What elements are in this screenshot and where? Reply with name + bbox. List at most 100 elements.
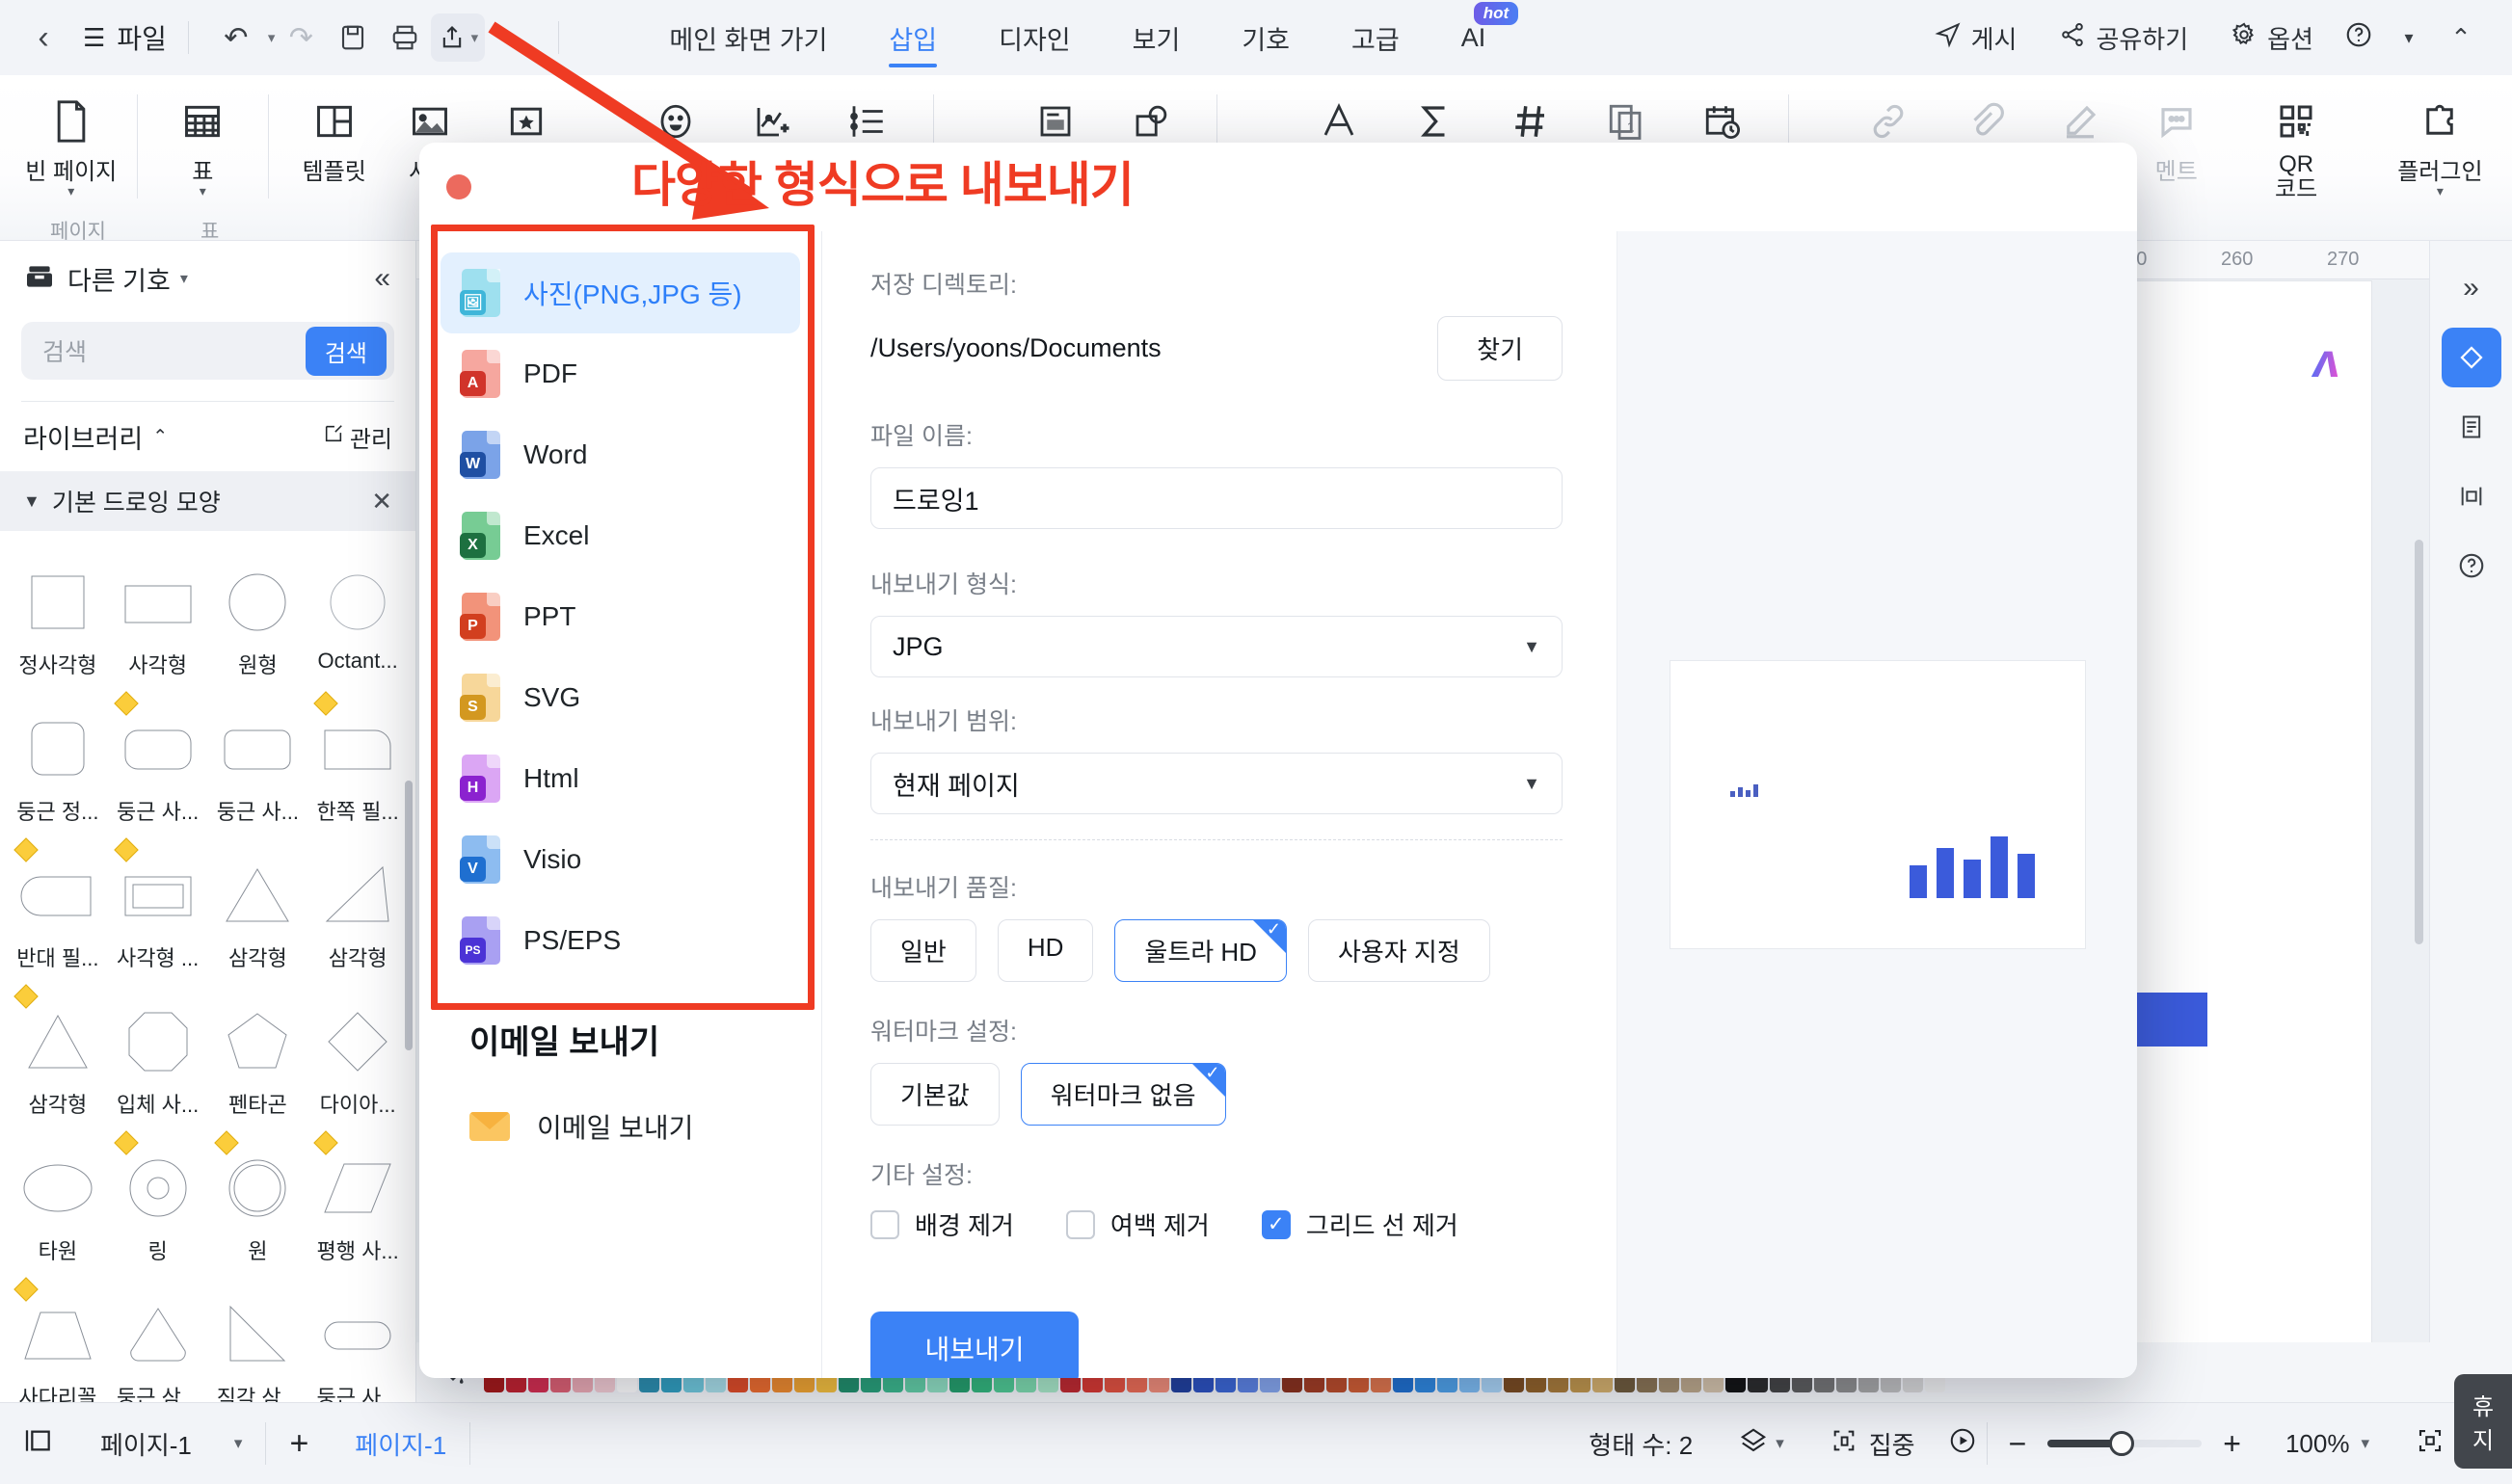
page-tab-1[interactable]: 페이지-1 — [332, 1426, 469, 1462]
chevron-down-icon[interactable]: ▾ — [180, 269, 188, 288]
share-button[interactable]: 공유하기 — [2038, 20, 2209, 56]
shape-search-box[interactable]: 검색 검색 — [21, 322, 394, 380]
publish-button[interactable]: 게시 — [1913, 20, 2039, 56]
shape-item[interactable]: 한쪽 필... — [307, 691, 408, 837]
shape-item[interactable]: 평행 사... — [307, 1130, 408, 1277]
quality-option-hd[interactable]: HD — [997, 919, 1094, 982]
browse-button[interactable]: 찾기 — [1437, 316, 1563, 381]
options-button[interactable]: 옵션 — [2209, 20, 2335, 56]
export-button[interactable]: 내보내기 — [870, 1312, 1079, 1378]
quality-option-normal[interactable]: 일반 — [870, 919, 976, 982]
chevron-down-icon[interactable]: ▾ — [2361, 1434, 2369, 1453]
checkbox-box[interactable] — [1065, 1209, 1095, 1239]
tab-ai[interactable]: AI hot — [1430, 0, 1519, 75]
send-email-button[interactable]: 이메일 보내기 — [419, 1063, 821, 1146]
shape-item[interactable]: 원형 — [208, 544, 308, 691]
ribbon-link[interactable] — [1841, 75, 1937, 152]
checkbox-remove-gridlines[interactable]: ✓ 그리드 선 제거 — [1261, 1206, 1458, 1242]
ribbon-comment[interactable]: 멘트 — [2128, 75, 2225, 186]
chevron-down-icon[interactable]: ▼ — [23, 491, 40, 512]
focus-mode-button[interactable]: 집중 — [1807, 1426, 1938, 1462]
back-icon[interactable]: ‹ — [17, 12, 69, 64]
ribbon-callout[interactable] — [1104, 75, 1200, 152]
shape-item[interactable]: 링 — [108, 1130, 208, 1277]
undo-button[interactable]: ↶ ▾ — [210, 12, 276, 64]
library-scrollbar[interactable] — [405, 781, 413, 1050]
chevron-down-icon[interactable]: ▾ — [2437, 184, 2444, 198]
help-icon[interactable] — [2442, 536, 2501, 596]
chevron-up-icon[interactable]: ⌃ — [152, 426, 168, 448]
quality-option-custom[interactable]: 사용자 지정 — [1307, 919, 1490, 982]
print-icon[interactable] — [379, 12, 431, 64]
chevron-down-icon[interactable]: ▾ — [268, 29, 276, 46]
shape-item[interactable]: 삼각형 — [8, 984, 108, 1130]
watermark-option-default[interactable]: 기본값 — [870, 1063, 1000, 1126]
shape-item[interactable]: 둥근 정... — [8, 691, 108, 837]
chevron-down-icon[interactable]: ▾ — [2383, 12, 2435, 64]
save-icon[interactable] — [327, 12, 379, 64]
shape-item[interactable]: 사각형 — [108, 544, 208, 691]
fill-style-icon[interactable] — [2441, 328, 2501, 387]
redo-icon[interactable]: ↷ — [275, 12, 327, 64]
help-button[interactable] — [2335, 20, 2383, 56]
chevron-down-icon[interactable]: ▾ — [67, 184, 74, 198]
page-selector[interactable]: 페이지-1 ▾ — [77, 1426, 265, 1462]
checkbox-remove-margin[interactable]: 여백 제거 — [1065, 1206, 1210, 1242]
search-button[interactable]: 검색 — [305, 326, 387, 376]
format-select[interactable]: JPG ▼ — [870, 616, 1563, 677]
shape-item[interactable]: 반대 필... — [8, 837, 108, 984]
shape-item[interactable]: 타원 — [8, 1130, 108, 1277]
zoom-slider[interactable] — [2047, 1431, 2203, 1456]
manage-button[interactable]: 관리 — [323, 420, 392, 454]
tab-insert[interactable]: 삽입 — [858, 0, 968, 75]
filename-input[interactable]: 드로잉1 — [870, 467, 1563, 529]
range-select[interactable]: 현재 페이지 ▼ — [870, 753, 1563, 814]
tab-symbols[interactable]: 기호 — [1211, 0, 1321, 75]
ribbon-highlighter[interactable] — [2033, 75, 2129, 152]
shape-item[interactable]: 삼각형 — [307, 837, 408, 984]
layers-button[interactable]: ▾ — [1716, 1426, 1807, 1462]
shape-item[interactable]: 정사각형 — [8, 544, 108, 691]
checkbox-box[interactable] — [870, 1209, 899, 1239]
search-input[interactable]: 검색 — [42, 333, 306, 368]
collapse-ribbon-icon[interactable]: ⌃ — [2435, 12, 2487, 64]
page-view-toggle[interactable] — [0, 1427, 77, 1461]
file-menu-button[interactable]: ☰ 파일 — [83, 18, 167, 57]
zoom-in-button[interactable]: + — [2202, 1426, 2262, 1462]
add-page-button[interactable]: + — [266, 1425, 332, 1463]
shape-item[interactable]: 펜타곤 — [208, 984, 308, 1130]
shape-item[interactable]: Octant... — [307, 544, 408, 691]
tab-view[interactable]: 보기 — [1102, 0, 1212, 75]
ribbon-date-time[interactable] — [1674, 75, 1771, 152]
quality-option-ultra-hd[interactable]: 울트라 HD ✓ — [1114, 919, 1287, 982]
ribbon-formula[interactable] — [1387, 75, 1483, 152]
tab-design[interactable]: 디자인 — [968, 0, 1102, 75]
ribbon-blank-page[interactable]: 빈 페이지 ▾ — [23, 75, 120, 198]
close-icon[interactable]: ✕ — [371, 487, 392, 517]
shape-item[interactable]: 원 — [208, 1130, 308, 1277]
canvas-vertical-scrollbar[interactable] — [2415, 540, 2423, 944]
chevron-down-icon[interactable]: ▾ — [234, 1434, 243, 1453]
ribbon-text-box[interactable] — [1007, 75, 1104, 152]
zoom-level[interactable]: 100% ▾ — [2262, 1429, 2392, 1459]
page-setup-icon[interactable] — [2442, 397, 2501, 457]
ribbon-table[interactable]: 표 ▾ — [155, 75, 252, 198]
tab-advanced[interactable]: 고급 — [1321, 0, 1430, 75]
checkbox-box[interactable]: ✓ — [1261, 1209, 1291, 1239]
ribbon-plugin[interactable]: 플러그인 ▾ — [2368, 75, 2512, 198]
shape-item[interactable]: 사각형 ... — [108, 837, 208, 984]
shape-category-header[interactable]: ▼ 기본 드로잉 모양 ✕ — [0, 471, 415, 531]
ribbon-qr-code[interactable]: QR 코드 — [2225, 75, 2368, 202]
checkbox-remove-background[interactable]: 배경 제거 — [870, 1206, 1014, 1242]
presentation-button[interactable] — [1938, 1426, 1987, 1462]
recycle-bin-tab[interactable]: 휴지 — [2454, 1374, 2512, 1469]
ribbon-template[interactable]: 템플릿 — [286, 75, 383, 186]
shape-item[interactable]: 둥근 사... — [208, 691, 308, 837]
zoom-out-button[interactable]: − — [1988, 1426, 2048, 1462]
chevron-down-icon[interactable]: ▾ — [1776, 1434, 1784, 1453]
watermark-option-none[interactable]: 워터마크 없음 ✓ — [1020, 1063, 1226, 1126]
shape-item[interactable]: 둥근 사... — [108, 691, 208, 837]
shape-item[interactable]: 입체 사... — [108, 984, 208, 1130]
collapse-right-icon[interactable]: » — [2442, 258, 2501, 318]
zoom-slider-knob[interactable] — [2109, 1431, 2135, 1456]
